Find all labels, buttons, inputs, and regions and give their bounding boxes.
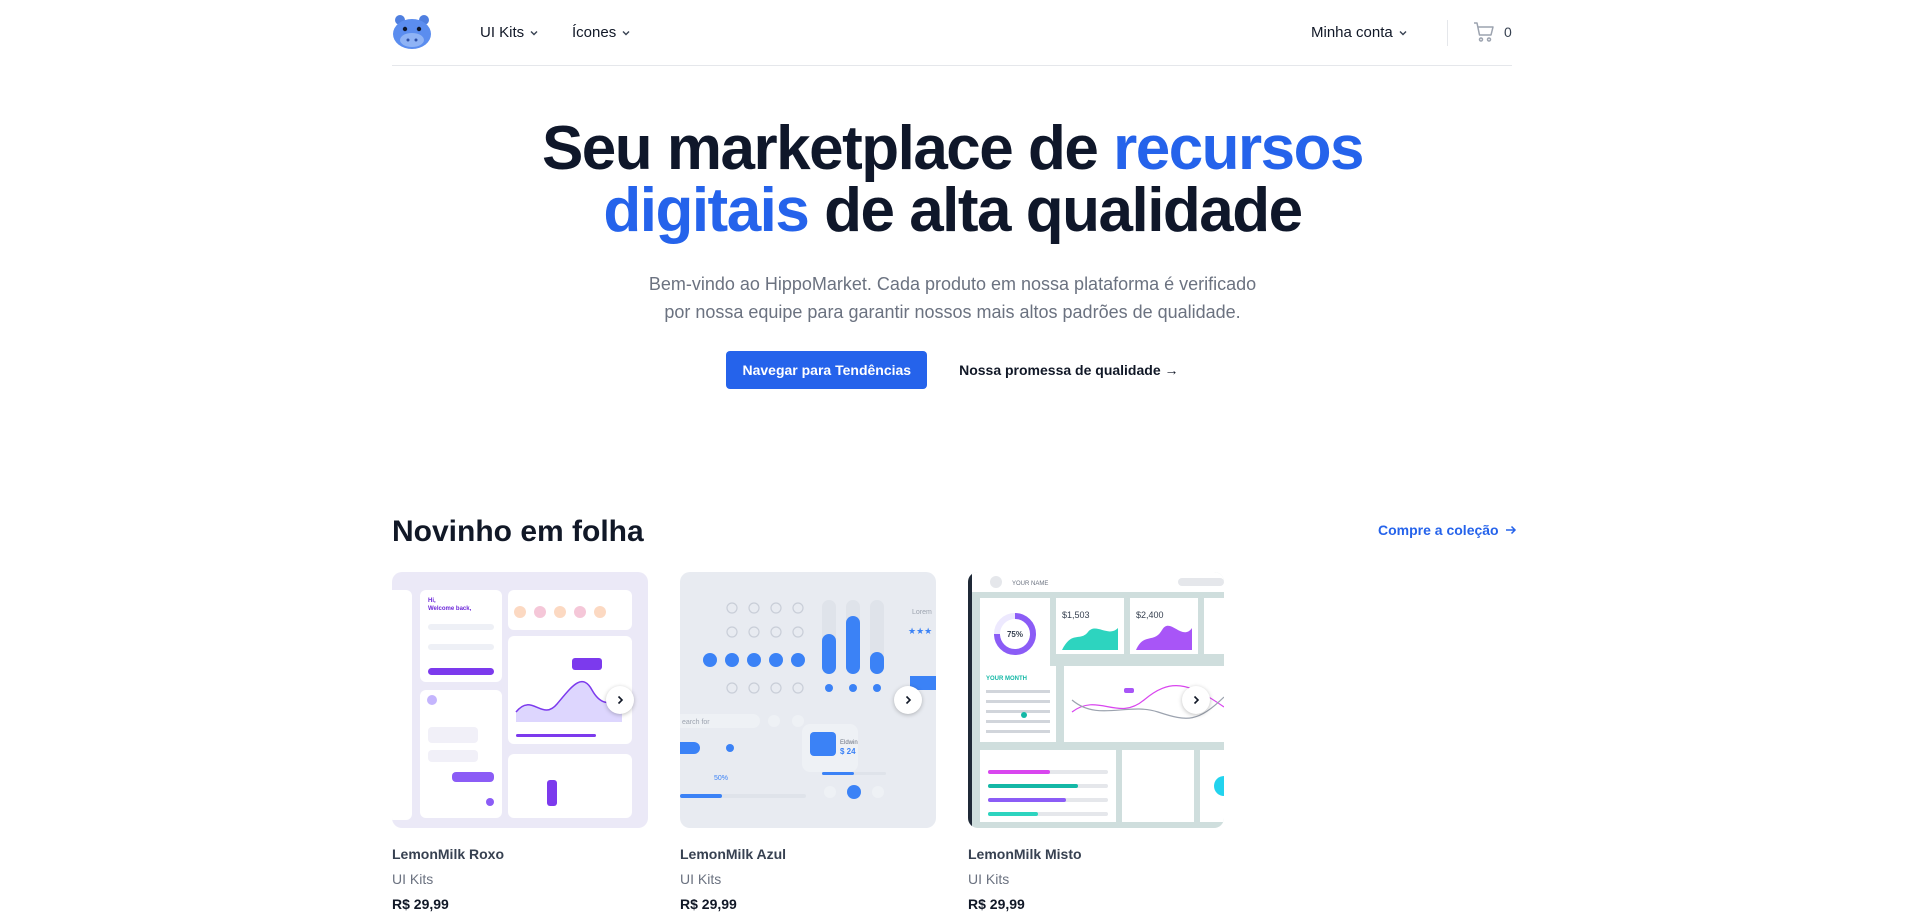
nav-ui-kits-label: UI Kits <box>480 24 525 41</box>
next-image-button[interactable] <box>1182 686 1210 714</box>
chevron-right-icon <box>905 695 912 705</box>
hippo-logo-icon[interactable] <box>392 14 432 50</box>
hero-actions: Navegar para Tendências Nossa promessa d… <box>0 351 1905 389</box>
cart-count: 0 <box>1504 24 1512 40</box>
shop-collection-label: Compre a coleção <box>1378 522 1499 538</box>
cart-button[interactable]: 0 <box>1472 20 1512 44</box>
azul-price: $ 24 <box>840 747 856 756</box>
misto-val1: $1,503 <box>1062 610 1090 620</box>
hero-title-part1: Seu marketplace de <box>541 114 1114 183</box>
product-card[interactable]: Hi, Welcome back, LemonMilk Roxo UI Kits… <box>392 572 648 912</box>
chevron-down-icon <box>622 30 630 35</box>
chevron-right-icon <box>1193 695 1200 705</box>
product-name[interactable]: LemonMilk Misto <box>968 846 1224 862</box>
misto-val2: $2,400 <box>1136 610 1164 620</box>
product-image[interactable]: YOUR NAME 75% $1,503 $2,400 YOUR MONTH <box>968 572 1224 828</box>
top-navbar: UI Kits Ícones Minha conta 0 <box>392 0 1512 66</box>
product-price: R$ 29,99 <box>680 896 737 912</box>
svg-text:★★★: ★★★ <box>908 626 932 636</box>
product-image[interactable]: Lorem ★★★ earch for Eldwin $ 24 50% <box>680 572 936 828</box>
nav-icones[interactable]: Ícones <box>572 24 631 41</box>
chevron-down-icon <box>1399 30 1407 35</box>
product-category: UI Kits <box>680 871 722 887</box>
hero-title-highlight2: digitais <box>603 176 810 245</box>
next-image-button[interactable] <box>894 686 922 714</box>
roxo-greeting: Hi, <box>428 598 436 604</box>
product-category: UI Kits <box>392 871 434 887</box>
section-title: Novinho em folha <box>392 515 644 548</box>
hero-section: Seu marketplace de recursos digitais de … <box>0 118 1905 389</box>
nav-icones-label: Ícones <box>572 24 617 41</box>
azul-percent: 50% <box>714 775 728 782</box>
account-menu[interactable]: Minha conta <box>1311 24 1408 41</box>
product-name[interactable]: LemonMilk Azul <box>680 846 936 862</box>
product-card[interactable]: YOUR NAME 75% $1,503 $2,400 YOUR MONTH L… <box>968 572 1224 912</box>
chevron-right-icon <box>617 695 624 705</box>
account-menu-label: Minha conta <box>1311 24 1393 41</box>
quality-promise-link[interactable]: Nossa promessa de qualidade → <box>959 362 1178 378</box>
product-image[interactable]: Hi, Welcome back, <box>392 572 648 828</box>
misto-month: YOUR MONTH <box>986 676 1027 682</box>
hero-subtitle: Bem-vindo ao HippoMarket. Cada produto e… <box>648 274 1257 322</box>
arrow-right-icon <box>1505 525 1516 535</box>
product-category: UI Kits <box>968 871 1010 887</box>
browse-trending-button[interactable]: Navegar para Tendências <box>726 351 928 389</box>
misto-name: YOUR NAME <box>1012 581 1048 587</box>
product-name[interactable]: LemonMilk Roxo <box>392 846 648 862</box>
svg-text:Eldwin: Eldwin <box>840 740 858 746</box>
roxo-welcome: Welcome back, <box>428 606 472 612</box>
product-price: R$ 29,99 <box>968 896 1025 912</box>
chevron-down-icon <box>530 30 538 35</box>
hero-title-part2: de alta qualidade <box>808 176 1303 245</box>
nav-ui-kits[interactable]: UI Kits <box>480 24 539 41</box>
hero-title: Seu marketplace de recursos digitais de … <box>0 118 1905 242</box>
azul-search: earch for <box>682 719 710 726</box>
nav-divider <box>1447 20 1448 46</box>
shop-collection-link[interactable]: Compre a coleção <box>1378 522 1517 538</box>
hero-title-highlight1: recursos <box>1113 114 1364 183</box>
shopping-cart-icon <box>1474 22 1494 42</box>
next-image-button[interactable] <box>606 686 634 714</box>
product-price: R$ 29,99 <box>392 896 449 912</box>
svg-text:Lorem: Lorem <box>912 609 932 616</box>
misto-percent: 75% <box>1007 630 1023 639</box>
product-card[interactable]: Lorem ★★★ earch for Eldwin $ 24 50% Lemo… <box>680 572 936 912</box>
